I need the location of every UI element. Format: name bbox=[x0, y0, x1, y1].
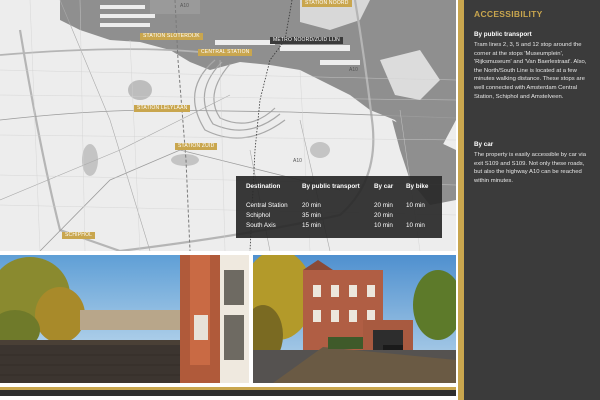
table-cell-car: 20 min bbox=[374, 202, 393, 209]
table-header-car: By car bbox=[374, 183, 394, 190]
travel-time-table: Destination By public transport By car B… bbox=[236, 176, 442, 238]
table-cell-public-transport: 20 min bbox=[302, 202, 321, 209]
section-text-car: The property is easily accessible by car… bbox=[474, 152, 586, 184]
map-label-schiphol: SCHIPHOL bbox=[62, 232, 96, 239]
sidebar-accent-bar bbox=[458, 0, 464, 400]
table-cell-public-transport: 15 min bbox=[302, 222, 321, 229]
villa-photo bbox=[253, 255, 456, 383]
map-label-metro-line: METRO NOORD/ZUID LIJN bbox=[270, 37, 343, 44]
road-label-a10: A10 bbox=[180, 3, 189, 9]
road-label-a10: A10 bbox=[293, 158, 302, 164]
map-label-station-noord: STATION NOORD bbox=[302, 0, 352, 7]
section-text-public-transport: Tram lines 2, 3, 5 and 12 stop around th… bbox=[474, 42, 587, 100]
table-cell-destination: Schiphol bbox=[246, 212, 271, 219]
table-header-bike: By bike bbox=[406, 183, 429, 190]
table-cell-bike: 10 min bbox=[406, 222, 425, 229]
terrace-photo bbox=[0, 255, 249, 383]
sidebar-title: ACCESSIBILITY bbox=[474, 9, 543, 19]
table-cell-car: 10 min bbox=[374, 222, 393, 229]
table-cell-destination: South Axis bbox=[246, 222, 276, 229]
table-cell-car: 20 min bbox=[374, 212, 393, 219]
map-label-station-sloterdijk: STATION SLOTERDIJK bbox=[140, 33, 203, 40]
accessibility-sidebar: ACCESSIBILITY By public transport Tram l… bbox=[458, 0, 600, 400]
table-header-destination: Destination bbox=[246, 183, 281, 190]
map-label-station-lelylaan: STATION LELYLAAN bbox=[134, 105, 191, 112]
map-label-station-zuid: STATION ZUID bbox=[175, 143, 218, 150]
table-cell-destination: Central Station bbox=[246, 202, 288, 209]
table-cell-bike: 10 min bbox=[406, 202, 425, 209]
section-heading-car: By car bbox=[474, 141, 494, 148]
road-label-a10: A10 bbox=[349, 67, 358, 73]
footer-accent-line bbox=[0, 387, 456, 390]
map-label-central-station: CENTRAL STATION bbox=[198, 49, 253, 56]
footer-band bbox=[0, 387, 456, 396]
table-cell-public-transport: 35 min bbox=[302, 212, 321, 219]
section-heading-public-transport: By public transport bbox=[474, 31, 532, 38]
table-header-public-transport: By public transport bbox=[302, 183, 360, 190]
area-map[interactable]: STATION SLOTERDIJK CENTRAL STATION STATI… bbox=[0, 0, 456, 251]
